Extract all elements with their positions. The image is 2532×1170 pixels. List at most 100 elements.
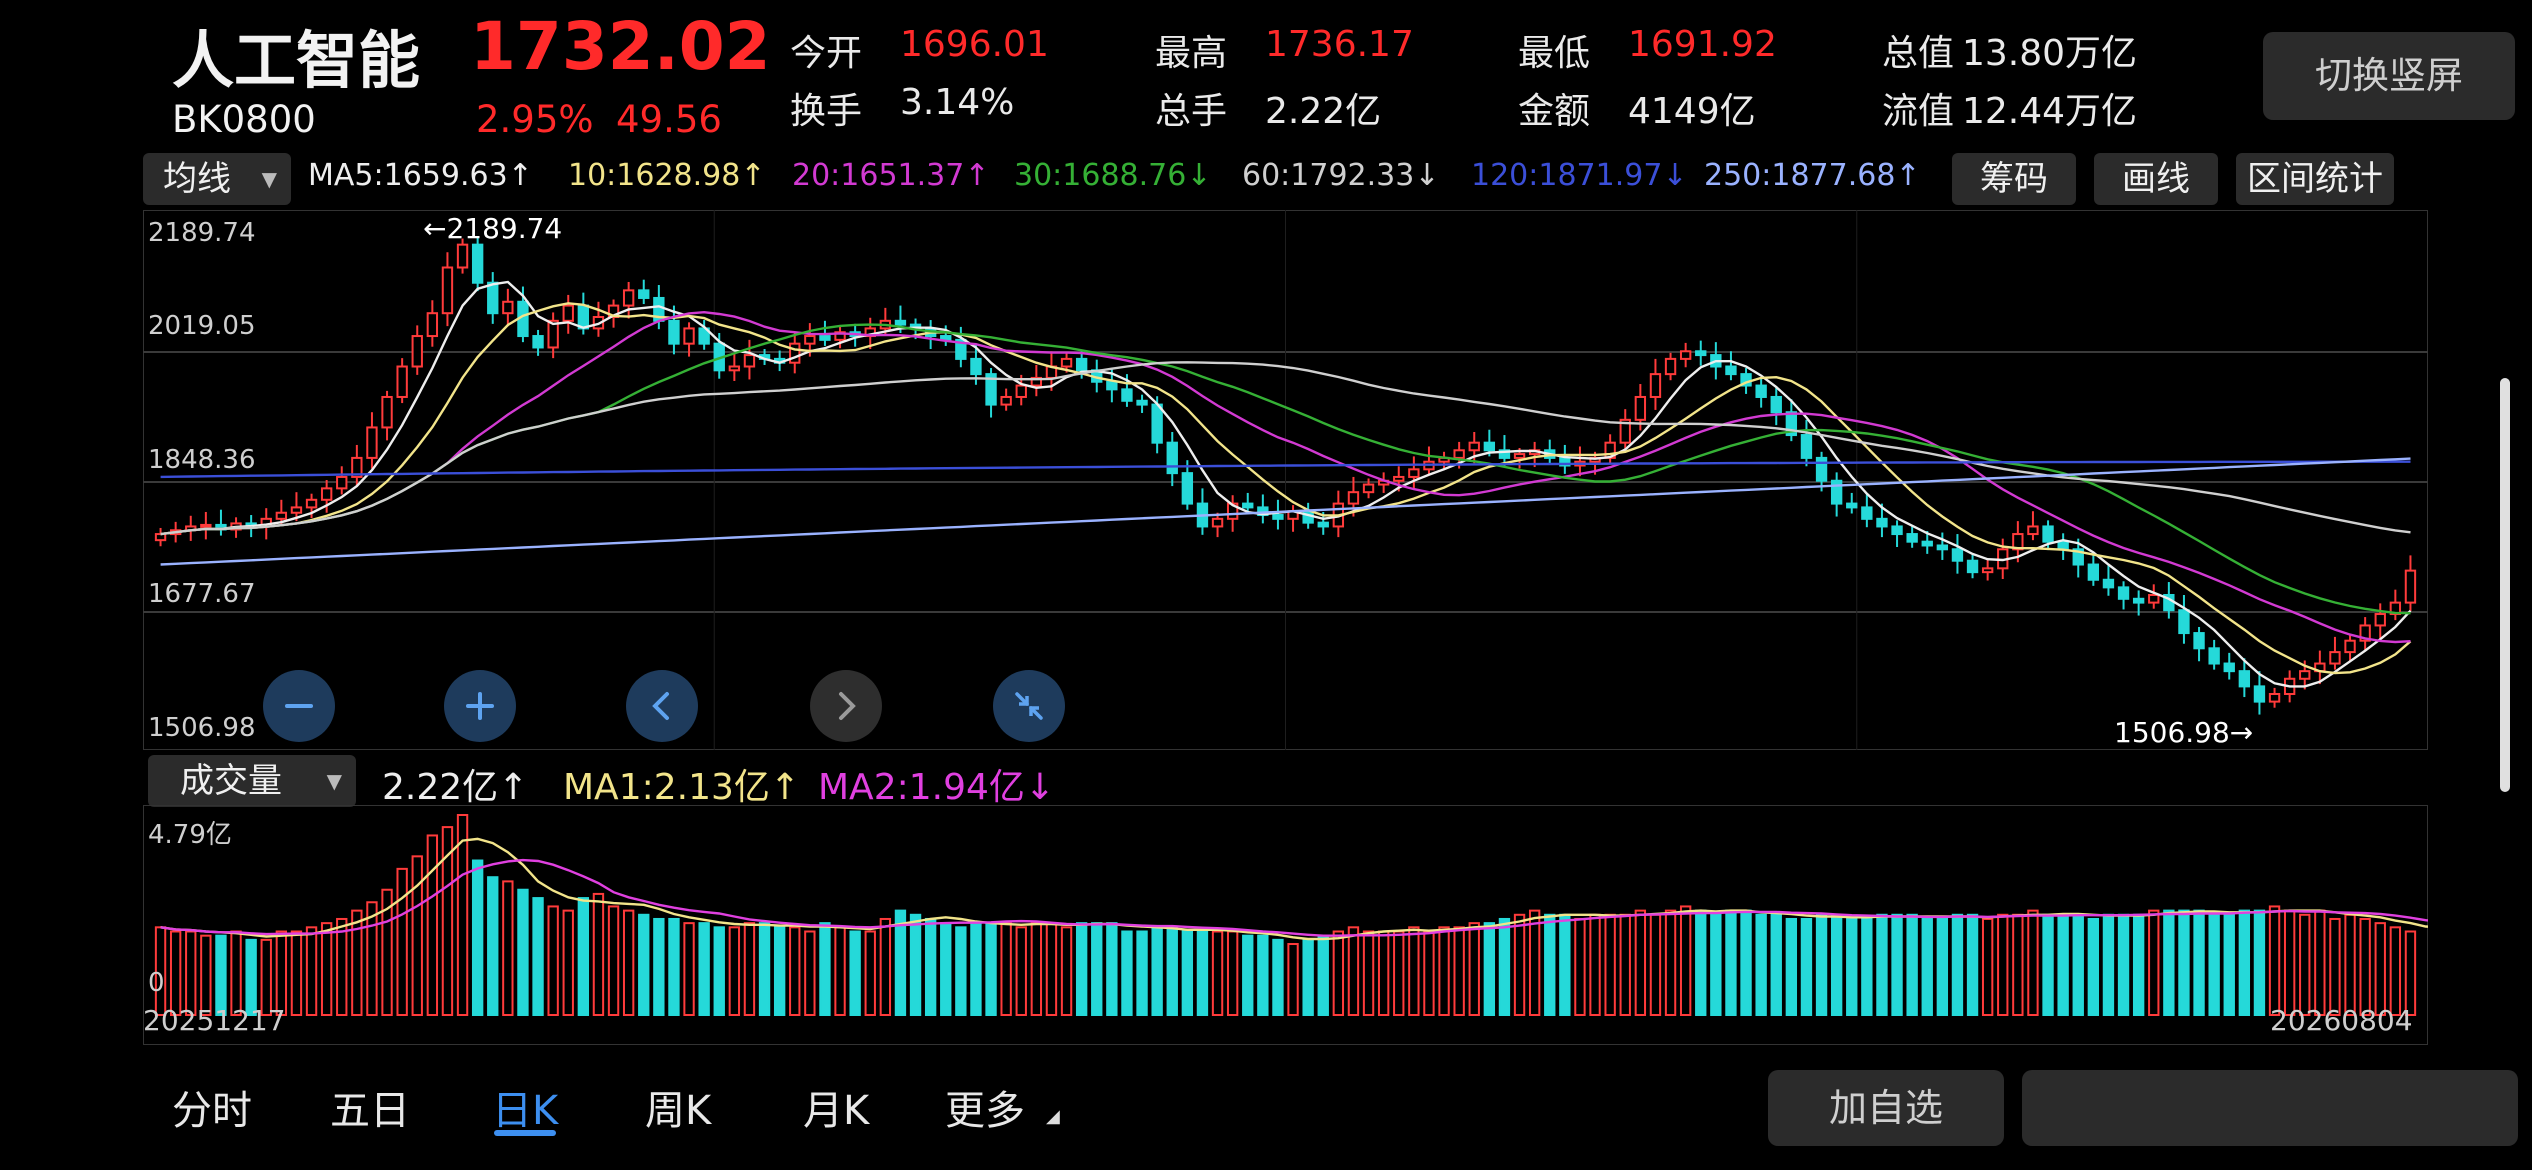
volume-bar <box>1075 922 1088 1016</box>
candle <box>411 325 423 375</box>
volume-bar <box>275 930 288 1016</box>
volume-indicator-select[interactable]: 成交量 ▼ <box>148 755 356 807</box>
candle <box>1936 532 1949 560</box>
volume-bar <box>713 926 725 1016</box>
candle <box>366 412 378 469</box>
blurred-button[interactable] <box>2022 1070 2518 1146</box>
volume-bar <box>2163 909 2175 1016</box>
volume-bar <box>1196 930 1209 1016</box>
volume-bar <box>1226 930 1239 1016</box>
add-watchlist-button[interactable]: 加自选 <box>1768 1070 2004 1146</box>
volume-bar <box>1121 930 1133 1016</box>
pan-left-button[interactable] <box>626 670 698 742</box>
ma-value: 20:1651.37↑ <box>792 158 990 193</box>
volume-bar <box>1166 926 1178 1016</box>
volume-bar <box>864 930 876 1016</box>
volume-bar <box>1906 913 1918 1016</box>
more-caret-icon: ◢ <box>1046 1106 1060 1127</box>
volume-bar <box>1800 917 1813 1016</box>
volume-bar <box>1846 917 1858 1016</box>
high-marker: ←2189.74 <box>423 212 563 245</box>
volume-bar <box>1468 922 1480 1016</box>
stat-value: 4149亿 <box>1628 91 1756 132</box>
volume-bar <box>1181 930 1194 1016</box>
volume-chart[interactable] <box>143 805 2428 1045</box>
stat-value: 2.22亿 <box>1265 91 1382 132</box>
tab-0[interactable]: 分时 <box>172 1078 252 1136</box>
volume-bar <box>1091 922 1103 1016</box>
volume-bar <box>230 930 242 1016</box>
pan-right-button[interactable] <box>810 670 882 742</box>
volume-bar <box>2344 913 2356 1016</box>
volume-bar <box>471 859 484 1016</box>
volume-bar <box>1861 917 1873 1016</box>
volume-bar <box>1544 913 1556 1016</box>
volume-indicator-label: 成交量 <box>180 761 282 801</box>
sector-code: BK0800 <box>172 98 316 141</box>
volume-bar <box>532 897 544 1016</box>
kline-chart[interactable] <box>143 210 2428 750</box>
candle <box>2117 581 2130 610</box>
volume-bar <box>1106 922 1118 1016</box>
candle <box>1000 388 1012 411</box>
candle <box>562 294 574 334</box>
switch-portrait-button[interactable]: 切换竖屏 <box>2263 32 2515 120</box>
candle <box>1166 432 1178 487</box>
zoom-in-button[interactable] <box>444 670 516 742</box>
volume-bar <box>1634 909 1647 1016</box>
tab-1[interactable]: 五日 <box>330 1078 410 1136</box>
volume-bar <box>2268 905 2281 1016</box>
candle <box>1830 472 1843 517</box>
tab-5[interactable]: 更多 <box>945 1078 1025 1136</box>
candle <box>1544 439 1556 464</box>
draw-line-button[interactable]: 画线 <box>2094 153 2218 205</box>
volume-bar <box>1483 922 1496 1016</box>
volume-bar <box>1785 917 1798 1016</box>
volume-value: MA2:1.94亿↓ <box>818 767 1056 808</box>
volume-bar <box>1830 913 1843 1016</box>
plus-icon <box>466 692 494 720</box>
candle <box>2404 555 2417 611</box>
candle <box>381 390 393 441</box>
volume-bar <box>1136 930 1148 1016</box>
stat-value: 1696.01 <box>900 24 1049 65</box>
volume-bar <box>1604 913 1616 1016</box>
tab-3[interactable]: 周K <box>645 1078 711 1136</box>
candle <box>2148 584 2160 609</box>
volume-bar <box>1257 934 1269 1016</box>
stat-value: 3.14% <box>900 82 1015 123</box>
volume-bar <box>1997 913 2009 1016</box>
indicator-select[interactable]: 均线 ▼ <box>143 153 291 205</box>
volume-bar <box>1695 909 1707 1016</box>
volume-bar <box>2283 909 2296 1016</box>
candle <box>336 466 348 495</box>
tab-2[interactable]: 日K <box>492 1078 558 1136</box>
y-tick-label: 1506.98 <box>148 713 256 743</box>
tab-4[interactable]: 月K <box>803 1078 869 1136</box>
volume-bar <box>758 922 771 1016</box>
candle <box>1030 364 1043 397</box>
volume-bar <box>1815 913 1828 1016</box>
ma-value: 250:1877.68↑ <box>1704 158 1921 193</box>
stat-label: 总值 <box>1882 33 1955 74</box>
candle <box>1755 377 1767 408</box>
volume-bar <box>1287 943 1299 1016</box>
volume-bar <box>2253 909 2266 1016</box>
volume-bar <box>2178 909 2190 1016</box>
ma-value: 60:1792.33↓ <box>1242 158 1440 193</box>
candle <box>1604 434 1616 464</box>
volume-bar <box>607 905 620 1016</box>
collapse-button[interactable] <box>993 670 1065 742</box>
chips-button[interactable]: 筹码 <box>1952 153 2076 205</box>
volume-bar <box>924 917 937 1016</box>
range-stats-button[interactable]: 区间统计 <box>2236 153 2394 205</box>
volume-bar <box>577 897 590 1016</box>
active-tab-underline <box>494 1130 556 1136</box>
zoom-out-button[interactable] <box>263 670 335 742</box>
volume-bar <box>2374 922 2386 1016</box>
ma-value: MA5:1659.63↑ <box>308 158 533 193</box>
candle <box>1861 494 1873 528</box>
volume-bar <box>1498 917 1511 1016</box>
volume-bar <box>1242 934 1254 1016</box>
scrollbar[interactable] <box>2500 378 2510 792</box>
